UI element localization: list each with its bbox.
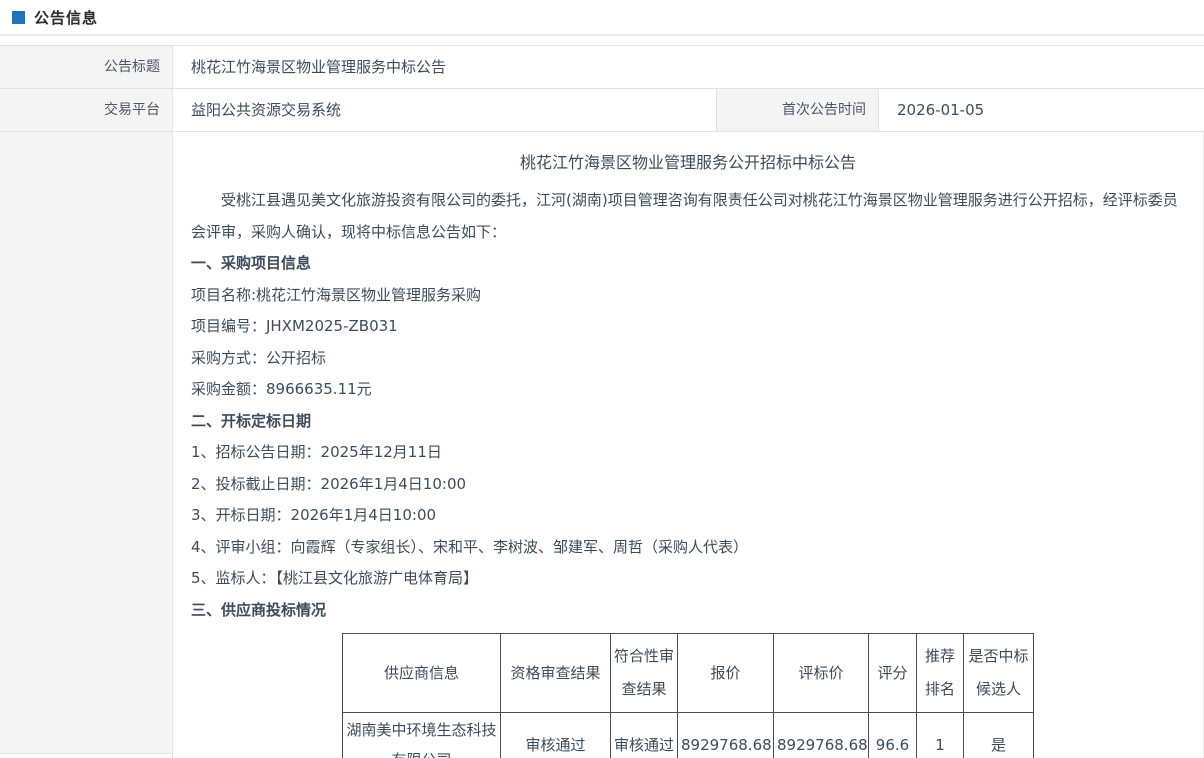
bid-table-header-cell: 报价 bbox=[678, 634, 774, 713]
bid-table-header-cell: 评分 bbox=[869, 634, 917, 713]
bid-table-cell: 96.6 bbox=[869, 713, 917, 758]
section-line: 项目名称:桃花江竹海景区物业管理服务采购 bbox=[191, 280, 1185, 312]
bid-table-header-row: 供应商信息 资格审查结果 符合性审查结果 报价 评标价 评分 推荐排名 是否中标… bbox=[343, 634, 1034, 713]
bid-table-header-cell: 供应商信息 bbox=[343, 634, 501, 713]
bid-table-cell: 审核通过 bbox=[611, 713, 678, 758]
section-heading-1: 一、采购项目信息 bbox=[191, 248, 1185, 280]
page-title: 公告信息 bbox=[34, 7, 98, 28]
bid-table-cell: 湖南美中环境生态科技有限公司 bbox=[343, 713, 501, 758]
trade-platform-row: 交易平台 益阳公共资源交易系统 首次公告时间 2026-01-05 bbox=[0, 88, 1204, 131]
section-line: 1、招标公告日期：2025年12月11日 bbox=[191, 437, 1185, 469]
section-heading-2: 二、开标定标日期 bbox=[191, 406, 1185, 438]
announcement-body: 桃花江竹海景区物业管理服务公开招标中标公告 受桃江县遇见美文化旅游投资有限公司的… bbox=[172, 132, 1204, 758]
section-heading-3: 三、供应商投标情况 bbox=[191, 595, 1185, 627]
bid-table-cell: 是 bbox=[964, 713, 1034, 758]
bid-table-cell: 审核通过 bbox=[501, 713, 611, 758]
section-line: 2、投标截止日期：2026年1月4日10:00 bbox=[191, 469, 1185, 501]
first-announce-time-label: 首次公告时间 bbox=[716, 89, 878, 131]
bid-table-row: 湖南美中环境生态科技有限公司 审核通过 审核通过 8929768.68 8929… bbox=[343, 713, 1034, 758]
section-line: 5、监标人：【桃江县文化旅游广电体育局】 bbox=[191, 563, 1185, 595]
announcement-content-row: 桃花江竹海景区物业管理服务公开招标中标公告 受桃江县遇见美文化旅游投资有限公司的… bbox=[0, 131, 1204, 758]
bid-table-header-cell: 是否中标候选人 bbox=[964, 634, 1034, 713]
page-header: 公告信息 bbox=[0, 0, 1204, 36]
section-marker-icon bbox=[12, 11, 25, 24]
bid-table-cell: 1 bbox=[917, 713, 964, 758]
announcement-heading: 桃花江竹海景区物业管理服务公开招标中标公告 bbox=[191, 150, 1185, 176]
trade-platform-value: 益阳公共资源交易系统 bbox=[172, 89, 716, 131]
trade-platform-label: 交易平台 bbox=[0, 89, 172, 131]
bid-table-header-cell: 评标价 bbox=[774, 634, 869, 713]
bid-table-header-cell: 推荐排名 bbox=[917, 634, 964, 713]
section-line: 采购金额：8966635.11元 bbox=[191, 374, 1185, 406]
section-line: 采购方式：公开招标 bbox=[191, 343, 1185, 375]
section-line: 3、开标日期：2026年1月4日10:00 bbox=[191, 500, 1185, 532]
first-announce-time-value: 2026-01-05 bbox=[878, 89, 1204, 131]
bid-table-cell: 8929768.68 bbox=[678, 713, 774, 758]
bid-table-header-cell: 符合性审查结果 bbox=[611, 634, 678, 713]
intro-paragraph: 受桃江县遇见美文化旅游投资有限公司的委托，江河(湖南)项目管理咨询有限责任公司对… bbox=[191, 185, 1185, 248]
section-line: 项目编号：JHXM2025-ZB031 bbox=[191, 311, 1185, 343]
announcement-title-label: 公告标题 bbox=[0, 46, 172, 88]
bid-table-cell: 8929768.68 bbox=[774, 713, 869, 758]
bid-table-header-cell: 资格审查结果 bbox=[501, 634, 611, 713]
announcement-title-row: 公告标题 桃花江竹海景区物业管理服务中标公告 bbox=[0, 45, 1204, 88]
side-label-column bbox=[0, 132, 172, 754]
bid-table: 供应商信息 资格审查结果 符合性审查结果 报价 评标价 评分 推荐排名 是否中标… bbox=[342, 633, 1034, 758]
section-line: 4、评审小组：向霞辉（专家组长）、宋和平、李树波、邹建军、周哲（采购人代表） bbox=[191, 532, 1185, 564]
announcement-title-value: 桃花江竹海景区物业管理服务中标公告 bbox=[172, 46, 1204, 88]
